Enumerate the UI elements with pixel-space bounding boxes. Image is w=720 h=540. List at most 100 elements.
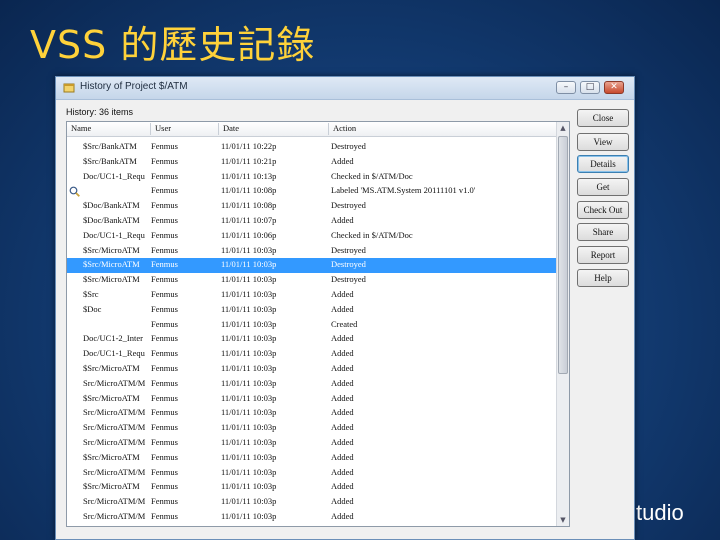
history-list[interactable]: Name User Date Action $Src/BankATM Fenmus… (66, 121, 570, 527)
cell-user: Fenmus (151, 244, 178, 255)
cell-action: Checked in $/ATM/Doc (331, 170, 413, 181)
table-row[interactable]: Src/MicroATM/M Fenmus 11/01/11 10:03p Added (67, 406, 557, 421)
cell-action: Added (331, 510, 354, 521)
cell-name: Doc/UC1-1_Requ (83, 229, 145, 240)
table-row[interactable]: $Src/MicroATM Fenmus 11/01/11 10:03p Added (67, 362, 557, 377)
cell-user: Fenmus (151, 333, 178, 344)
column-header-action[interactable]: Action (329, 123, 559, 135)
maximize-button[interactable]: □ (580, 81, 600, 94)
cell-name: $Src/MicroATM (83, 259, 140, 270)
cell-name: $Src/MicroATM (83, 274, 140, 285)
table-row[interactable]: Fenmus 11/01/11 10:08p Labeled 'MS.ATM.Sys… (67, 184, 557, 199)
check-out-button[interactable]: Check Out (577, 201, 629, 219)
cell-date: 11/01/11 10:03p (221, 244, 277, 255)
cell-action: Added (331, 392, 354, 403)
cell-action: Added (331, 436, 354, 447)
cell-user: Fenmus (151, 214, 178, 225)
cell-user: Fenmus (151, 451, 178, 462)
cell-user: Fenmus (151, 288, 178, 299)
table-row[interactable]: $Src/MicroATM Fenmus 11/01/11 10:03p Added (67, 451, 557, 466)
cell-action: Added (331, 496, 354, 507)
table-row[interactable]: Fenmus 11/01/11 10:03p Created (67, 318, 557, 333)
table-row[interactable]: $Src/BankATM Fenmus 11/01/11 10:21p Added (67, 155, 557, 170)
cell-name: $Src/MicroATM (83, 392, 140, 403)
cell-user: Fenmus (151, 259, 178, 270)
cell-name: $Src/MicroATM (83, 244, 140, 255)
cell-user: Fenmus (151, 392, 178, 403)
vss-app-icon (63, 83, 75, 93)
table-row[interactable]: Src/MicroATM/M Fenmus 11/01/11 10:03p Added (67, 466, 557, 481)
table-row[interactable]: $Src/BankATM Fenmus 11/01/11 10:22p Destroy… (67, 140, 557, 155)
table-row[interactable]: $Doc Fenmus 11/01/11 10:03p Added (67, 303, 557, 318)
minimize-button[interactable]: – (556, 81, 576, 94)
cell-user: Fenmus (151, 348, 178, 359)
title-bar[interactable]: History of Project $/ATM – □ ✕ (56, 77, 634, 100)
cell-date: 11/01/11 10:03p (221, 333, 277, 344)
cell-action: Added (331, 451, 354, 462)
cell-date: 11/01/11 10:06p (221, 229, 277, 240)
table-row[interactable]: Doc/UC1-1_Requ Fenmus 11/01/11 10:03p Added (67, 347, 557, 362)
help-button[interactable]: Help (577, 269, 629, 287)
cell-name: Src/MicroATM/M (83, 436, 146, 447)
get-button[interactable]: Get (577, 178, 629, 196)
table-row[interactable]: Src/MicroATM/M Fenmus 11/01/11 10:03p Added (67, 510, 557, 525)
cell-date: 11/01/11 10:08p (221, 200, 277, 211)
share-button[interactable]: Share (577, 223, 629, 241)
cell-date: 11/01/11 10:03p (221, 466, 277, 477)
table-row[interactable]: $Src/MicroATM Fenmus 11/01/11 10:03p Destro… (67, 244, 557, 259)
table-row[interactable]: Src/MicroATM/M Fenmus 11/01/11 10:03p Added (67, 436, 557, 451)
view-button[interactable]: View (577, 133, 629, 151)
scroll-down-icon[interactable]: ▼ (557, 514, 569, 526)
cell-user: Fenmus (151, 466, 178, 477)
cell-date: 11/01/11 10:03p (221, 407, 277, 418)
cell-action: Labeled 'MS.ATM.System 20111101 v1.0' (331, 185, 476, 196)
table-row[interactable]: Src/MicroATM/M Fenmus 11/01/11 10:03p Added (67, 421, 557, 436)
table-row[interactable]: $Src/MicroATM Fenmus 11/01/11 10:03p Destro… (67, 273, 557, 288)
table-row[interactable]: Doc/UC1-1_Requ Fenmus 11/01/11 10:13p Check… (67, 170, 557, 185)
history-count: History: 36 items (66, 107, 134, 117)
column-header-name[interactable]: Name (67, 123, 151, 135)
table-row[interactable]: $Doc/BankATM Fenmus 11/01/11 10:07p Added (67, 214, 557, 229)
cell-date: 11/01/11 10:22p (221, 141, 277, 151)
cell-name: Src/MicroATM/M (83, 407, 146, 418)
details-button[interactable]: Details (577, 155, 629, 173)
close-button[interactable]: Close (577, 109, 629, 127)
table-row[interactable]: $Src/MicroATM Fenmus 11/01/11 10:03p Added (67, 480, 557, 495)
cell-name: Src/MicroATM/M (83, 422, 146, 433)
cell-date: 11/01/11 10:03p (221, 348, 277, 359)
cell-user: Fenmus (151, 274, 178, 285)
cell-action: Added (331, 362, 354, 373)
cell-name: $Doc/BankATM (83, 200, 140, 211)
report-button[interactable]: Report (577, 246, 629, 264)
cell-date: 11/01/11 10:03p (221, 451, 277, 462)
slide-title: VSS 的歷史記錄 (30, 23, 316, 67)
cell-name: $Src (83, 288, 99, 299)
cell-user: Fenmus (151, 422, 178, 433)
table-row[interactable]: $Src Fenmus 11/01/11 10:03p Added (67, 288, 557, 303)
table-row[interactable]: $Src/MicroATM Fenmus 11/01/11 10:03p Destro… (67, 258, 557, 274)
cell-name: $Doc (83, 303, 102, 314)
cell-user: Fenmus (151, 185, 178, 196)
table-row[interactable]: Src/MicroATM/M Fenmus 11/01/11 10:03p Added (67, 495, 557, 510)
column-header-date[interactable]: Date (219, 123, 329, 135)
table-row[interactable]: Doc/UC1-1_Requ Fenmus 11/01/11 10:06p Check… (67, 229, 557, 244)
cell-date: 11/01/11 10:08p (221, 185, 277, 196)
cell-action: Destroyed (331, 244, 366, 255)
scroll-thumb[interactable] (558, 136, 568, 374)
brand-text: tudio (636, 500, 684, 525)
vertical-scrollbar[interactable]: ▲ ▼ (556, 122, 569, 526)
cell-date: 11/01/11 10:03p (221, 436, 277, 447)
cell-user: Fenmus (151, 303, 178, 314)
cell-action: Added (331, 407, 354, 418)
scroll-up-icon[interactable]: ▲ (557, 122, 569, 134)
cell-action: Added (331, 288, 354, 299)
column-header-user[interactable]: User (151, 123, 219, 135)
table-row[interactable]: Src/MicroATM/M Fenmus 11/01/11 10:03p Added (67, 377, 557, 392)
table-row[interactable]: Doc/UC1-2_Inter Fenmus 11/01/11 10:03p Adde… (67, 332, 557, 347)
close-window-button[interactable]: ✕ (604, 81, 624, 94)
cell-action: Added (331, 214, 354, 225)
cell-name: Src/MicroATM/M (83, 496, 146, 507)
table-row[interactable]: $Src/MicroATM Fenmus 11/01/11 10:03p Added (67, 392, 557, 407)
cell-name: Src/MicroATM/M (83, 510, 146, 521)
table-row[interactable]: $Doc/BankATM Fenmus 11/01/11 10:08p Destroy… (67, 199, 557, 214)
